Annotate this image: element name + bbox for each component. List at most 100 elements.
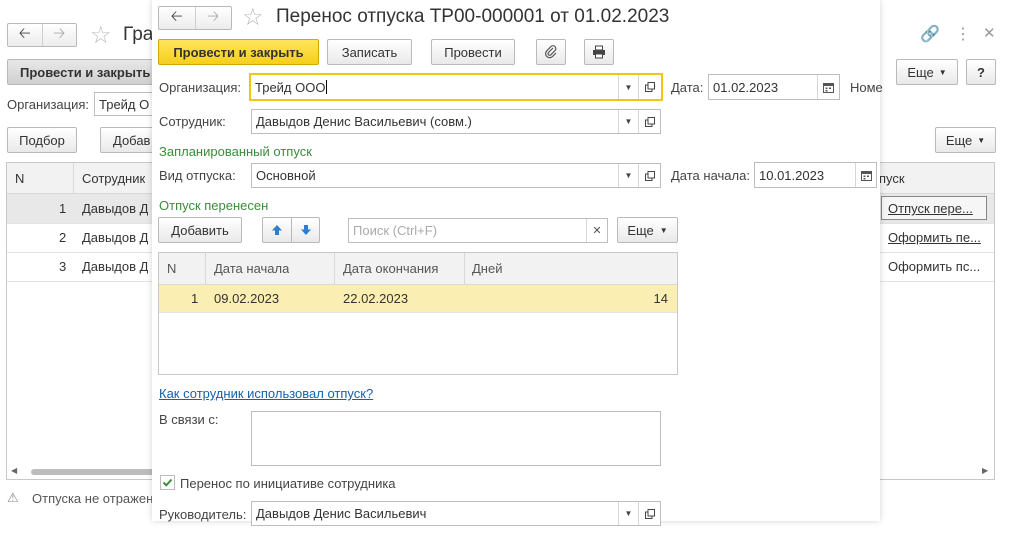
bg-warning-text: Отпуска не отражен: [32, 491, 154, 506]
bg-row-n: 2: [59, 230, 67, 245]
bg-row-n: 1: [59, 201, 67, 216]
scroll-left-icon[interactable]: ◀: [11, 466, 17, 475]
col-start-header: Дата начала: [214, 261, 290, 276]
table-more-label: Еще: [627, 222, 654, 238]
kebab-menu-icon[interactable]: ⋮: [955, 24, 971, 44]
bg-add-button[interactable]: Добав: [100, 127, 158, 153]
forward-arrow-icon[interactable]: 🡢: [41, 24, 77, 46]
doc-nav-buttons: 🡠 🡢: [158, 6, 232, 30]
post-close-button[interactable]: Провести и закрыть: [158, 39, 319, 65]
bg-org-field[interactable]: Трейд О: [94, 92, 158, 116]
date-calendar-button[interactable]: [817, 75, 839, 99]
post-button[interactable]: Провести: [431, 39, 515, 65]
move-up-button[interactable]: [262, 217, 291, 243]
bg-row-action[interactable]: Оформить пс...: [888, 259, 980, 274]
bg-col-n: N: [15, 171, 25, 186]
caret-down-icon: ▼: [659, 225, 668, 235]
bg-col-status: пуск: [879, 171, 905, 186]
vacation-type-field[interactable]: Основной: [251, 163, 661, 188]
moved-vacation-section-title: Отпуск перенесен: [159, 198, 269, 213]
reason-textarea[interactable]: [251, 411, 661, 466]
bg-help-button[interactable]: ?: [966, 59, 996, 85]
caret-down-icon: ▼: [977, 135, 986, 145]
bg-col-employee: Сотрудник: [82, 171, 146, 186]
bg-more-button-2[interactable]: Еще ▼: [935, 127, 996, 153]
link-icon[interactable]: 🔗: [920, 24, 940, 44]
forward-arrow-icon[interactable]: 🡢: [194, 7, 232, 29]
org-label: Организация:: [159, 80, 242, 95]
row-days: 14: [653, 291, 668, 306]
bg-row-employee: Давыдов Д: [82, 259, 149, 274]
save-button[interactable]: Записать: [327, 39, 412, 65]
number-label: Номе: [850, 80, 883, 95]
scroll-right-icon[interactable]: ▶: [982, 466, 988, 475]
bg-pick-button[interactable]: Подбор: [7, 127, 77, 153]
initiative-label[interactable]: Перенос по инициативе сотрудника: [180, 476, 396, 491]
how-used-link[interactable]: Как сотрудник использовал отпуск?: [159, 386, 373, 401]
manager-field[interactable]: Давыдов Денис Васильевич: [251, 501, 661, 526]
calendar-icon: [823, 82, 834, 93]
open-form-icon: [645, 82, 655, 92]
open-form-icon: [644, 170, 655, 181]
start-date-label: Дата начала:: [671, 168, 750, 183]
bg-row-employee: Давыдов Д: [82, 201, 149, 216]
col-end-header: Дата окончания: [343, 261, 439, 276]
vacation-type-label: Вид отпуска:: [159, 168, 236, 183]
manager-open-button[interactable]: [638, 502, 660, 525]
search-placeholder: Поиск (Ctrl+F): [353, 223, 438, 238]
vacation-type-dropdown-button[interactable]: ▼: [618, 164, 638, 187]
favorite-star-icon[interactable]: ☆: [242, 3, 264, 32]
col-days-header: Дней: [472, 261, 503, 276]
print-button[interactable]: [584, 39, 614, 65]
employee-label: Сотрудник:: [159, 114, 226, 129]
back-arrow-icon[interactable]: 🡠: [159, 7, 195, 29]
col-n-header: N: [167, 261, 177, 276]
bg-window-title: Гра: [123, 24, 154, 45]
row-divider: [159, 312, 677, 313]
close-icon[interactable]: ✕: [983, 24, 996, 42]
initiative-checkbox[interactable]: [160, 475, 175, 490]
search-clear-button[interactable]: ✕: [586, 219, 607, 242]
document-title: Перенос отпуска ТР00-000001 от 01.02.202…: [276, 6, 670, 27]
bg-more-label-2: Еще: [945, 132, 973, 148]
bg-row-employee: Давыдов Д: [82, 230, 149, 245]
row-end-date: 22.02.2023: [343, 291, 409, 306]
checkmark-icon: [162, 478, 173, 487]
org-dropdown-button[interactable]: ▼: [618, 75, 638, 99]
employee-field[interactable]: Давыдов Денис Васильевич (совм.): [251, 109, 661, 134]
open-form-icon: [644, 116, 655, 127]
bg-more-button[interactable]: Еще ▼: [896, 59, 958, 85]
attachment-button[interactable]: [536, 39, 566, 65]
org-value: Трейд ООО: [255, 79, 326, 95]
manager-dropdown-button[interactable]: ▼: [618, 502, 638, 525]
bg-more-label: Еще: [907, 64, 934, 80]
back-arrow-icon[interactable]: 🡠: [8, 24, 42, 46]
row-n: 1: [191, 291, 199, 306]
org-field[interactable]: Трейд ООО: [249, 73, 663, 101]
vacation-type-open-button[interactable]: [638, 164, 660, 187]
add-row-button[interactable]: Добавить: [158, 217, 242, 243]
employee-dropdown-button[interactable]: ▼: [618, 110, 638, 133]
move-down-button[interactable]: [291, 217, 320, 243]
arrow-up-icon: [272, 225, 282, 235]
planned-vacation-section-title: Запланированный отпуск: [159, 144, 312, 159]
start-date-calendar-button[interactable]: [855, 163, 876, 187]
bg-row-action[interactable]: Оформить пе...: [888, 230, 981, 245]
open-form-icon: [644, 508, 655, 519]
warning-icon: ⚠: [7, 490, 19, 505]
manager-label: Руководитель:: [159, 507, 247, 522]
employee-open-button[interactable]: [638, 110, 660, 133]
calendar-icon: [860, 170, 872, 181]
bg-row-action[interactable]: Отпуск пере...: [888, 201, 973, 216]
reason-label: В связи с:: [159, 412, 219, 427]
bg-post-close-button[interactable]: Провести и закрыть: [7, 59, 157, 85]
search-input[interactable]: Поиск (Ctrl+F): [348, 218, 608, 243]
arrow-down-icon: [300, 225, 311, 235]
text-cursor: [326, 80, 328, 94]
caret-down-icon: ▼: [938, 67, 947, 77]
bg-favorite-star-icon[interactable]: ☆: [90, 21, 112, 50]
col-divider: [73, 163, 74, 193]
org-open-button[interactable]: [638, 75, 661, 99]
table-more-button[interactable]: Еще ▼: [617, 217, 678, 243]
date-label: Дата:: [671, 80, 704, 95]
